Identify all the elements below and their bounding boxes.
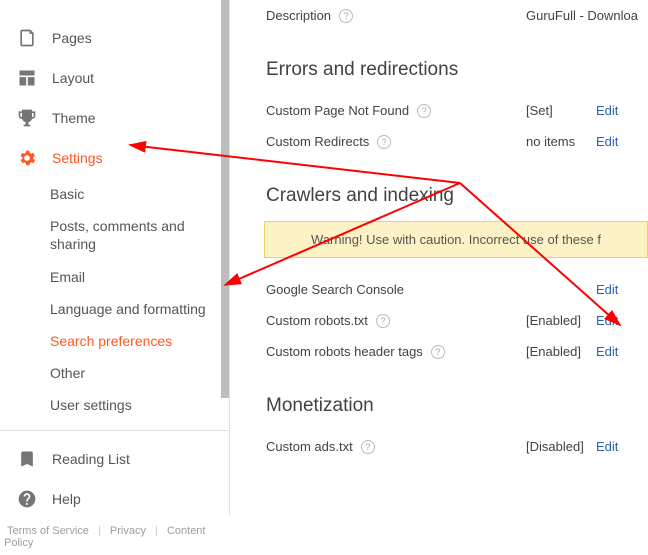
gear-icon	[16, 147, 38, 169]
sidebar-label: Pages	[52, 30, 92, 46]
sub-item-email[interactable]: Email	[50, 261, 229, 293]
sidebar-item-layout[interactable]: Layout	[0, 58, 229, 98]
edit-link[interactable]: Edit	[596, 103, 618, 118]
sidebar-nav: Pages Layout Theme Settings	[0, 0, 229, 519]
row-google-search-console: Google Search Console Edit	[266, 274, 648, 305]
section-crawlers: Crawlers and indexing	[266, 185, 648, 207]
status: [Enabled]	[526, 313, 596, 328]
sidebar-scrollbar[interactable]	[221, 0, 229, 398]
layout-icon	[16, 67, 38, 89]
label: Custom robots.txt	[266, 313, 368, 328]
main-content: Description ? GuruFull - Downloa Errors …	[230, 0, 648, 515]
row-custom-redirects: Custom Redirects ? no items Edit	[266, 126, 648, 157]
sidebar-label: Layout	[52, 70, 94, 86]
sub-item-language[interactable]: Language and formatting	[50, 293, 229, 325]
sidebar-label: Help	[52, 491, 81, 507]
tos-link[interactable]: Terms of Service	[4, 525, 92, 537]
sidebar-item-theme[interactable]: Theme	[0, 98, 229, 138]
sidebar-item-settings[interactable]: Settings	[0, 138, 229, 178]
warning-banner: Warning! Use with caution. Incorrect use…	[264, 221, 648, 258]
sidebar-item-pages[interactable]: Pages	[0, 18, 229, 58]
separator	[0, 430, 229, 431]
row-custom-ads-txt: Custom ads.txt ? [Disabled] Edit	[266, 431, 648, 462]
status: no items	[526, 134, 596, 149]
settings-subnav: Basic Posts, comments and sharing Email …	[0, 178, 229, 422]
sub-item-other[interactable]: Other	[50, 357, 229, 389]
label: Custom ads.txt	[266, 439, 353, 454]
footer-links: Terms of Service | Privacy | Content Pol…	[0, 519, 229, 555]
sub-item-posts[interactable]: Posts, comments and sharing	[50, 210, 229, 260]
edit-link[interactable]: Edit	[596, 313, 618, 328]
row-custom-page-not-found: Custom Page Not Found ? [Set] Edit	[266, 95, 648, 126]
edit-link[interactable]: Edit	[596, 282, 618, 297]
help-icon[interactable]: ?	[339, 9, 353, 23]
section-monetization: Monetization	[266, 395, 648, 417]
bookmark-icon	[16, 448, 38, 470]
help-icon	[16, 488, 38, 510]
row-description: Description ? GuruFull - Downloa	[266, 0, 648, 31]
sidebar: Pages Layout Theme Settings	[0, 0, 230, 515]
help-icon[interactable]: ?	[431, 345, 445, 359]
label: Custom Redirects	[266, 134, 369, 149]
separator: |	[95, 525, 104, 537]
status: [Disabled]	[526, 439, 596, 454]
label: Custom Page Not Found	[266, 103, 409, 118]
help-icon[interactable]: ?	[377, 135, 391, 149]
status: [Enabled]	[526, 344, 596, 359]
edit-link[interactable]: Edit	[596, 344, 618, 359]
desc-label: Description	[266, 8, 331, 23]
sidebar-label: Reading List	[52, 451, 130, 467]
sidebar-item-reading-list[interactable]: Reading List	[0, 439, 229, 479]
sidebar-label: Theme	[52, 110, 96, 126]
help-icon[interactable]: ?	[376, 314, 390, 328]
sidebar-item-help[interactable]: Help	[0, 479, 229, 519]
pages-icon	[16, 27, 38, 49]
status: [Set]	[526, 103, 596, 118]
label: Google Search Console	[266, 282, 404, 297]
help-icon[interactable]: ?	[361, 440, 375, 454]
sub-item-search-preferences[interactable]: Search preferences	[50, 325, 229, 357]
row-custom-robots-header: Custom robots header tags ? [Enabled] Ed…	[266, 336, 648, 367]
section-errors: Errors and redirections	[266, 59, 648, 81]
separator: |	[152, 525, 161, 537]
help-icon[interactable]: ?	[417, 104, 431, 118]
edit-link[interactable]: Edit	[596, 134, 618, 149]
label: Custom robots header tags	[266, 344, 423, 359]
sidebar-label: Settings	[52, 150, 103, 166]
desc-value: GuruFull - Downloa	[526, 8, 638, 23]
theme-icon	[16, 107, 38, 129]
privacy-link[interactable]: Privacy	[107, 525, 149, 537]
row-custom-robots-txt: Custom robots.txt ? [Enabled] Edit	[266, 305, 648, 336]
edit-link[interactable]: Edit	[596, 439, 618, 454]
sub-item-user-settings[interactable]: User settings	[50, 389, 229, 421]
sub-item-basic[interactable]: Basic	[50, 178, 229, 210]
